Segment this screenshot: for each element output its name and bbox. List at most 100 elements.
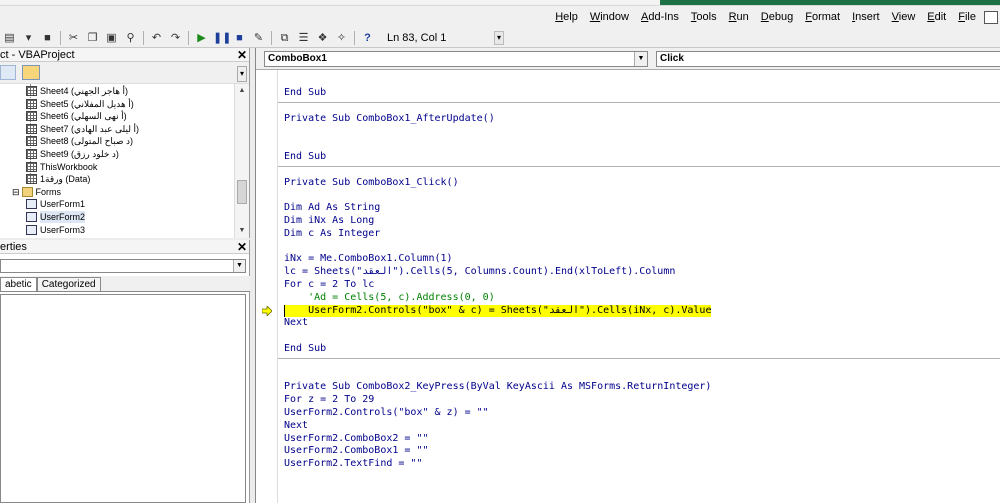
help-icon[interactable]: ? (360, 31, 375, 45)
close-icon[interactable]: ✕ (237, 48, 247, 62)
code-line[interactable]: Dim Ad As String (284, 202, 380, 214)
code-editor[interactable]: End Sub Private Sub ComboBox1_AfterUpdate… (256, 70, 1000, 503)
code-line[interactable]: Private Sub ComboBox2_KeyPress(ByVal Key… (284, 381, 711, 393)
menu-help[interactable]: Help (549, 11, 584, 23)
insert-module-icon[interactable]: ▾ (21, 31, 36, 45)
menu-add-ins[interactable]: Add-Ins (635, 11, 685, 23)
menu-edit[interactable]: Edit (921, 11, 952, 23)
code-line[interactable]: UserForm2.ComboBox2 = "" (284, 433, 429, 445)
code-line[interactable]: For z = 2 To 29 (284, 394, 374, 406)
view-code-icon[interactable] (0, 65, 16, 80)
code-line[interactable]: iNx = Me.ComboBox1.Column(1) (284, 253, 453, 265)
tree-node-label: UserForm2 (40, 211, 86, 223)
break-icon[interactable]: ❚❚ (213, 31, 231, 45)
toggle-folders-icon[interactable] (22, 65, 40, 80)
breakpoint-margin[interactable] (256, 70, 278, 503)
code-line[interactable]: UserForm2.Controls("box" & c) = Sheets("… (284, 304, 712, 317)
code-line[interactable]: Private Sub ComboBox1_Click() (284, 177, 459, 189)
tree-node[interactable]: Sheet5 (أ هديل المفلاني) (26, 98, 134, 110)
code-line[interactable]: End Sub (284, 87, 326, 99)
tree-node[interactable]: UserForm1 (26, 198, 85, 210)
menu-window[interactable]: Window (584, 11, 635, 23)
excel-accent-bar (660, 0, 1000, 5)
tree-node[interactable]: Sheet8 (د صباح المتولى) (26, 135, 133, 147)
cut-icon[interactable]: ✂ (66, 31, 81, 45)
menu-debug[interactable]: Debug (755, 11, 799, 23)
procedure-dropdown[interactable]: Click (656, 51, 1000, 67)
chevron-down-icon[interactable]: ▼ (634, 52, 647, 66)
save-icon[interactable]: ■ (40, 31, 55, 45)
tab-alphabetic[interactable]: abetic (0, 277, 37, 291)
menu-format[interactable]: Format (799, 11, 846, 23)
code-line[interactable]: 'Ad = Cells(5, c).Address(0, 0) (284, 292, 495, 304)
design-mode-icon[interactable]: ✎ (251, 31, 266, 45)
properties-window-icon[interactable]: ☰ (296, 31, 311, 45)
tree-node[interactable]: Sheet9 (د خلود رزق) (26, 148, 119, 160)
sheet-icon (26, 161, 37, 172)
collapse-icon[interactable]: ⊟ (12, 186, 20, 198)
code-line[interactable]: lc = Sheets("العقد").Cells(5, Columns.Co… (284, 266, 675, 278)
tree-node[interactable]: UserForm2 (26, 211, 86, 223)
scroll-up-arrow-icon[interactable]: ▲ (235, 84, 249, 98)
chevron-down-icon[interactable]: ▼ (233, 260, 245, 272)
scroll-thumb[interactable] (237, 180, 247, 204)
code-line[interactable]: Next (284, 317, 308, 329)
menu-file[interactable]: File (952, 11, 982, 23)
properties-list[interactable] (0, 294, 246, 503)
close-icon[interactable]: ✕ (237, 240, 247, 254)
project-explorer-icon[interactable]: ⧉ (277, 31, 292, 45)
tab-categorized[interactable]: Categorized (36, 277, 101, 291)
toolbar-options-grip[interactable]: ▾ (494, 31, 504, 45)
reset-icon[interactable]: ■ (232, 31, 247, 45)
tree-node[interactable]: UserForm3 (26, 224, 85, 236)
standard-toolbar: ▤ ▾ ■ ✂ ❐ ▣ ⚲ ↶ ↷ ▶ ❚❚ ■ ✎ ⧉ ☰ ❖ ✧ ? Ln … (0, 28, 1000, 48)
code-line[interactable]: Next (284, 420, 308, 432)
code-line[interactable]: UserForm2.ComboBox1 = "" (284, 445, 429, 457)
paste-icon[interactable]: ▣ (104, 31, 119, 45)
folder-icon (21, 186, 33, 197)
properties-title: erties ✕ (0, 240, 249, 254)
code-line[interactable]: End Sub (284, 343, 326, 355)
run-icon[interactable]: ▶ (194, 31, 209, 45)
object-selector[interactable]: ▼ (0, 259, 246, 273)
menu-tools[interactable]: Tools (685, 11, 723, 23)
tree-node[interactable]: ورقة1 (Data) (26, 173, 90, 185)
tree-node-label: Sheet6 (أ نهى السهلي) (40, 111, 127, 122)
tree-node[interactable]: Sheet6 (أ نهى السهلي) (26, 110, 127, 122)
code-line[interactable]: Dim iNx As Long (284, 215, 374, 227)
view-excel-icon[interactable]: ▤ (2, 31, 17, 45)
tree-node[interactable]: Sheet4 (أ هاجر الجهني) (26, 85, 128, 97)
tree-node[interactable]: Sheet7 (أ ليلى عبد الهادي) (26, 123, 139, 135)
code-line[interactable]: End Sub (284, 151, 326, 163)
project-explorer-toolbar: ▾ (0, 62, 249, 84)
redo-icon[interactable]: ↷ (168, 31, 183, 45)
project-explorer-title: ct - VBAProject ✕ (0, 48, 249, 62)
window-restore-icon[interactable] (984, 10, 998, 24)
menu-insert[interactable]: Insert (846, 11, 886, 23)
code-line[interactable]: Dim c As Integer (284, 228, 380, 240)
tree-node-label: ورقة1 (Data) (40, 174, 91, 185)
code-line[interactable]: UserForm2.TextFind = "" (284, 458, 422, 470)
code-window: ComboBox1 ▼ Click End Sub Private Sub Com… (255, 48, 1000, 503)
code-line[interactable]: UserForm2.Controls("box" & z) = "" (284, 407, 489, 419)
object-dropdown[interactable]: ComboBox1 ▼ (264, 51, 648, 67)
copy-icon[interactable]: ❐ (85, 31, 100, 45)
scroll-down-icon[interactable]: ▾ (237, 66, 247, 82)
object-browser-icon[interactable]: ❖ (315, 31, 330, 45)
toolbox-icon[interactable]: ✧ (334, 31, 349, 45)
tree-node[interactable]: ⊟ Forms (12, 186, 61, 198)
code-line[interactable]: For c = 2 To lc (284, 279, 374, 291)
menu-view[interactable]: View (886, 11, 922, 23)
code-window-header: ComboBox1 ▼ Click (256, 48, 1000, 70)
menu-run[interactable]: Run (723, 11, 755, 23)
toolbar-separator (354, 30, 355, 45)
properties-tabs: abetic Categorized (0, 276, 250, 292)
tree-node[interactable]: ThisWorkbook (26, 161, 97, 173)
undo-icon[interactable]: ↶ (149, 31, 164, 45)
code-line[interactable]: Private Sub ComboBox1_AfterUpdate() (284, 113, 495, 125)
find-icon[interactable]: ⚲ (123, 31, 138, 45)
sheet-icon (26, 136, 37, 147)
tree-node-label: Forms (35, 186, 62, 197)
scroll-down-arrow-icon[interactable]: ▼ (235, 224, 249, 238)
project-tree-scrollbar[interactable]: ▲ ▼ (234, 84, 249, 238)
